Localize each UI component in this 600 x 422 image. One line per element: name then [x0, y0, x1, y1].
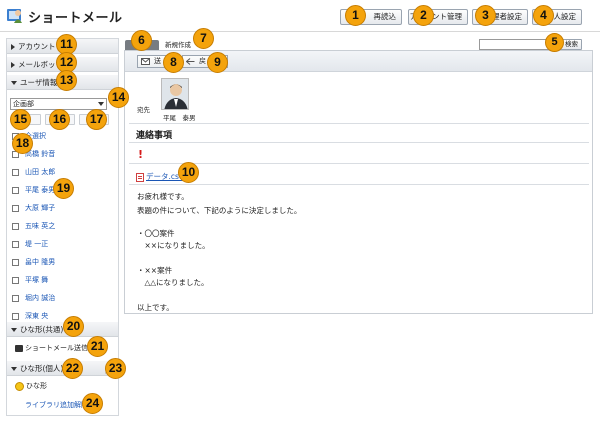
callout-marker: 14: [108, 87, 129, 108]
camera-icon: [15, 344, 23, 352]
importance-mark: !: [138, 148, 144, 161]
user-name[interactable]: 畠中 隆男: [25, 258, 55, 266]
callout-marker: 9: [207, 52, 228, 73]
recipient-label: 宛先: [137, 106, 150, 114]
message-body-line: 表題の件について、下記のように決定しました。: [137, 206, 302, 215]
message-toolbar: 送 戻: [125, 51, 592, 72]
user-list-item[interactable]: 畠中 隆男: [12, 256, 55, 268]
user-list-item[interactable]: 堤 一正: [12, 238, 48, 250]
callout-marker: 22: [62, 358, 83, 379]
user-name[interactable]: 堤 一正: [25, 240, 48, 248]
checkbox[interactable]: [12, 312, 19, 320]
personal-template-item[interactable]: ひな形: [15, 381, 47, 391]
checkbox[interactable]: [12, 204, 19, 212]
collapse-arrow-icon: [11, 328, 17, 332]
department-select-value: 企画部: [13, 100, 34, 108]
back-arrow-icon: [186, 58, 195, 65]
callout-marker: 10: [178, 162, 199, 183]
user-list-item[interactable]: 堀内 誠治: [12, 292, 55, 304]
csv-file-icon: [136, 172, 144, 182]
user-list-item[interactable]: 平尾 泰男: [12, 184, 55, 196]
back-button-label: 戻: [199, 57, 206, 65]
divider: [129, 142, 589, 143]
callout-marker: 4: [533, 5, 554, 26]
callout-marker: 16: [49, 109, 70, 130]
chevron-down-icon: [98, 102, 104, 106]
callout-marker: 20: [63, 316, 84, 337]
app-logo-icon: [7, 9, 22, 23]
callout-marker: 21: [87, 336, 108, 357]
message-subject: 連絡事項: [136, 131, 173, 141]
user-name[interactable]: 平尾 泰男: [25, 186, 55, 194]
callout-marker: 5: [545, 33, 564, 52]
search-input[interactable]: [479, 39, 552, 50]
send-button-label: 送: [154, 57, 161, 65]
checkbox[interactable]: [12, 276, 19, 284]
envelope-icon: [141, 58, 150, 65]
attachment-link[interactable]: データ.csv: [136, 171, 183, 182]
checkbox[interactable]: [12, 294, 19, 302]
section-template-personal-label: ひな形(個人): [20, 364, 64, 373]
divider: [129, 123, 589, 124]
callout-marker: 23: [105, 358, 126, 379]
user-name[interactable]: 堀内 誠治: [25, 294, 55, 302]
expand-arrow-icon: [11, 62, 15, 68]
smiley-icon: [15, 381, 24, 391]
checkbox[interactable]: [12, 222, 19, 230]
expand-arrow-icon: [11, 44, 15, 50]
user-list-item[interactable]: 大原 輝子: [12, 202, 55, 214]
callout-marker: 7: [193, 28, 214, 49]
callout-marker: 8: [163, 52, 184, 73]
user-name[interactable]: 五味 英之: [25, 222, 55, 230]
user-name[interactable]: 山田 太郎: [25, 168, 55, 176]
recipient-avatar: [161, 78, 189, 110]
recipient-name[interactable]: 平尾 泰男: [163, 112, 196, 122]
shared-template-label[interactable]: ショートメール送信: [25, 344, 88, 352]
section-template-shared-label: ひな形(共通): [20, 325, 64, 334]
user-list-item[interactable]: 五味 英之: [12, 220, 55, 232]
collapse-arrow-icon: [11, 367, 17, 371]
callout-marker: 19: [53, 178, 74, 199]
callout-marker: 2: [413, 5, 434, 26]
person-photo-icon: [162, 79, 188, 109]
section-account-label: アカウント: [18, 42, 56, 51]
callout-marker: 1: [345, 5, 366, 26]
divider: [129, 184, 589, 185]
callout-marker: 6: [131, 30, 152, 51]
callout-marker: 15: [10, 109, 31, 130]
user-name[interactable]: 平塚 舞: [25, 276, 48, 284]
message-body-line: ・××案件: [137, 266, 173, 275]
checkbox[interactable]: [12, 168, 19, 176]
user-list-item[interactable]: 深東 央: [12, 310, 48, 322]
message-panel: 送 戻: [124, 50, 593, 314]
message-body-line: △△になりました。: [137, 278, 209, 287]
sidebar: アカウント メールボックス ユーザ情報 企画部 全選択 高橋 鈴音 山田 太郎 …: [6, 38, 119, 416]
checkbox[interactable]: [12, 240, 19, 248]
shared-template-item[interactable]: ショートメール送信: [15, 343, 88, 353]
divider: [129, 163, 589, 164]
library-add-remove-link[interactable]: ライブラリ追加解除: [25, 400, 88, 410]
user-list-item[interactable]: 山田 太郎: [12, 166, 55, 178]
message-body-line: 以上です。: [137, 303, 174, 312]
app-header: ショートメール 再読込 アカウント管理 管理者設定 個人設定: [0, 0, 600, 32]
callout-marker: 24: [82, 393, 103, 414]
callout-marker: 13: [56, 70, 77, 91]
app-title: ショートメール: [28, 11, 123, 26]
collapse-arrow-icon: [11, 81, 17, 85]
callout-marker: 17: [86, 109, 107, 130]
user-name[interactable]: 深東 央: [25, 312, 48, 320]
user-name[interactable]: 大原 輝子: [25, 204, 55, 212]
callout-marker: 3: [475, 5, 496, 26]
checkbox[interactable]: [12, 186, 19, 194]
section-user-info-label: ユーザ情報: [20, 78, 58, 87]
personal-template-label[interactable]: ひな形: [26, 382, 47, 390]
checkbox[interactable]: [12, 258, 19, 266]
message-body-line: ××になりました。: [137, 241, 210, 250]
message-body-line: ・〇〇案件: [137, 229, 175, 238]
message-body-line: お疲れ様です。: [137, 192, 189, 201]
user-list-item[interactable]: 平塚 舞: [12, 274, 48, 286]
callout-marker: 18: [12, 133, 33, 154]
